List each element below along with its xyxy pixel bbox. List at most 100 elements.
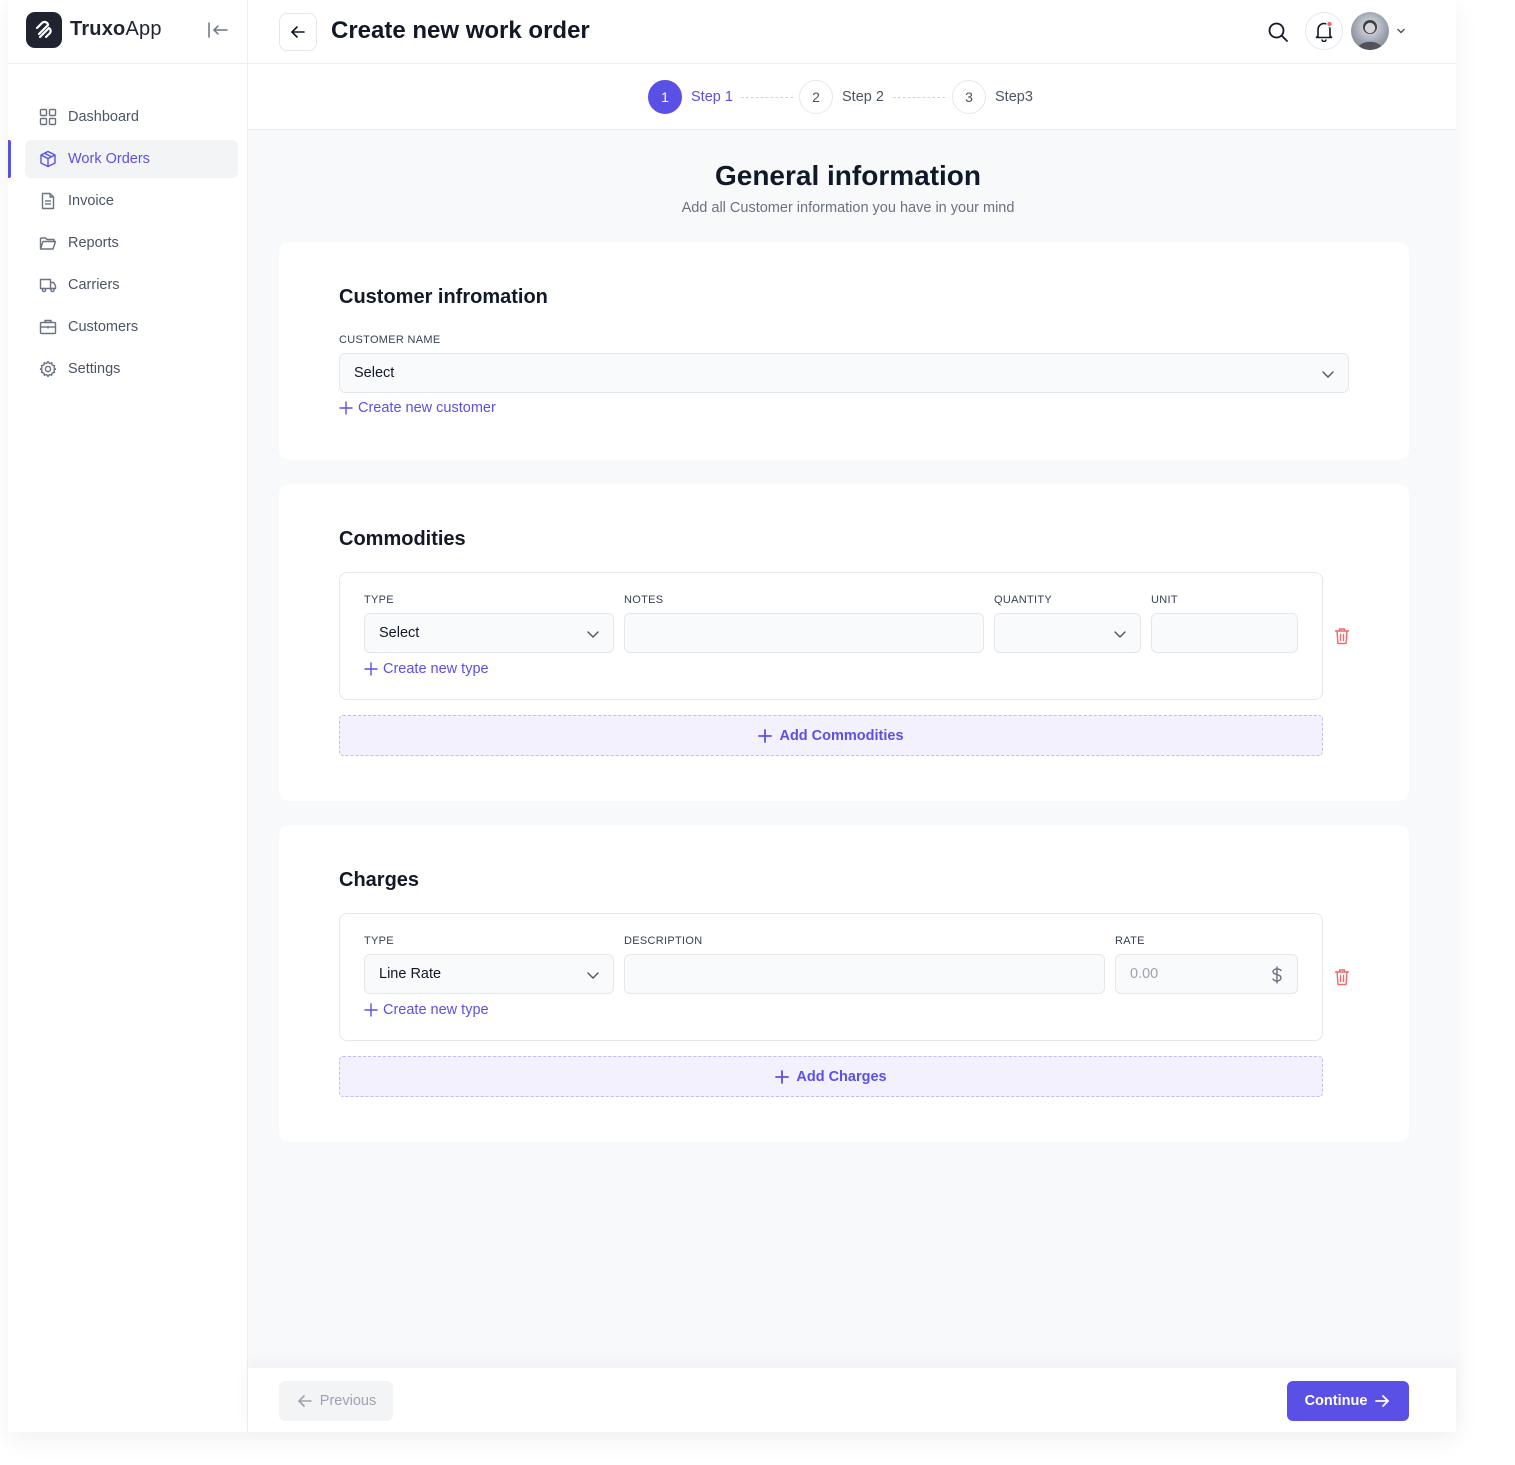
commodity-unit-input[interactable]: [1151, 613, 1298, 653]
plus-icon: [339, 401, 353, 415]
charge-description-label: DESCRIPTION: [624, 935, 703, 947]
charge-rate-placeholder: 0.00: [1130, 966, 1159, 982]
commodity-type-select[interactable]: Select: [364, 613, 614, 653]
plus-icon: [364, 662, 378, 676]
customer-name-select[interactable]: Select: [339, 353, 1349, 393]
previous-button[interactable]: Previous: [279, 1381, 393, 1421]
plus-icon: [775, 1069, 790, 1084]
sidebar-item-label: Invoice: [68, 193, 114, 209]
commodity-notes-input[interactable]: [624, 613, 984, 653]
arrow-left-icon: [297, 1395, 312, 1407]
add-commodities-button[interactable]: Add Commodities: [339, 715, 1323, 756]
create-charge-type-label: Create new type: [383, 1002, 489, 1018]
sidebar-item-dashboard[interactable]: Dashboard: [25, 98, 238, 136]
sidebar-item-label: Reports: [68, 235, 119, 251]
sidebar-item-carriers[interactable]: Carriers: [25, 266, 238, 304]
dollar-icon: [1272, 966, 1282, 984]
back-button[interactable]: [279, 13, 317, 51]
commodity-row: TYPE Select NOTES QUANTITY UNIT Create n…: [339, 572, 1323, 700]
add-commodities-label: Add Commodities: [779, 727, 904, 744]
step-label: Step 1: [691, 89, 733, 105]
chevron-down-icon: [1322, 371, 1334, 378]
briefcase-icon: [39, 318, 57, 336]
delete-charge-trash-icon[interactable]: [1334, 968, 1350, 986]
create-customer-link[interactable]: Create new customer: [339, 400, 496, 416]
add-charges-label: Add Charges: [796, 1068, 887, 1085]
step-label: Step3: [995, 89, 1033, 105]
chevron-down-icon[interactable]: [1394, 24, 1408, 38]
sidebar-item-label: Customers: [68, 319, 139, 335]
charge-rate-input[interactable]: 0.00: [1115, 954, 1298, 994]
document-icon: [39, 192, 57, 210]
arrow-right-icon: [1375, 1395, 1390, 1407]
arrow-left-icon: [291, 26, 305, 38]
commodities-card: Commodities TYPE Select NOTES QUANTITY U…: [279, 484, 1409, 801]
step-3[interactable]: 3 Step3: [952, 80, 1033, 114]
charge-rate-label: RATE: [1115, 935, 1145, 947]
create-customer-label: Create new customer: [358, 400, 496, 416]
step-1[interactable]: 1 Step 1: [648, 80, 733, 114]
charge-type-label: TYPE: [364, 935, 394, 947]
brand-name: TruxoApp: [70, 18, 162, 41]
form-content: General information Add all Customer inf…: [248, 130, 1456, 1368]
create-charge-type-link[interactable]: Create new type: [364, 1002, 489, 1018]
charges-card-title: Charges: [339, 869, 420, 891]
commodity-notes-label: NOTES: [624, 594, 664, 606]
step-connector: [741, 97, 793, 98]
charge-type-select[interactable]: Line Rate: [364, 954, 614, 994]
commodity-unit-label: UNIT: [1151, 594, 1178, 606]
step-number: 1: [648, 80, 682, 114]
topbar: Create new work order: [248, 0, 1456, 64]
avatar[interactable]: [1351, 12, 1389, 50]
step-number: 3: [952, 80, 986, 114]
sidebar-item-label: Work Orders: [68, 151, 150, 167]
sidebar-item-label: Settings: [68, 361, 121, 377]
commodity-quantity-select[interactable]: [994, 613, 1141, 653]
step-number: 2: [799, 80, 833, 114]
sidebar-item-settings[interactable]: Settings: [25, 350, 238, 388]
search-icon[interactable]: [1266, 20, 1290, 44]
continue-button[interactable]: Continue: [1287, 1381, 1409, 1421]
commodities-card-title: Commodities: [339, 528, 466, 550]
app-window: TruxoApp Dashboard Work Orders Invoice R…: [8, 0, 1456, 1432]
sidebar-item-invoice[interactable]: Invoice: [25, 182, 238, 220]
folder-icon: [39, 234, 57, 252]
form-footer: Previous Continue: [248, 1368, 1456, 1432]
gear-icon: [39, 360, 57, 378]
sidebar-nav: Dashboard Work Orders Invoice Reports Ca…: [8, 94, 248, 392]
commodity-quantity-label: QUANTITY: [994, 594, 1053, 606]
step-connector: [893, 97, 945, 98]
sidebar: TruxoApp Dashboard Work Orders Invoice R…: [8, 0, 248, 1432]
sidebar-item-work-orders[interactable]: Work Orders: [8, 140, 238, 178]
notifications-button[interactable]: [1305, 12, 1343, 50]
box-icon: [39, 150, 57, 168]
customer-card-title: Customer infromation: [339, 286, 548, 308]
step-label: Step 2: [842, 89, 884, 105]
truck-icon: [39, 276, 57, 294]
add-charges-button[interactable]: Add Charges: [339, 1056, 1323, 1097]
step-2[interactable]: 2 Step 2: [799, 80, 884, 114]
section-subheading: Add all Customer information you have in…: [681, 200, 1015, 216]
customer-name-label: CUSTOMER NAME: [339, 334, 441, 346]
charge-type-value: Line Rate: [379, 966, 442, 982]
sidebar-item-reports[interactable]: Reports: [25, 224, 238, 262]
collapse-sidebar-icon[interactable]: [206, 18, 230, 42]
charge-row: TYPE Line Rate DESCRIPTION RATE 0.00 Cre…: [339, 913, 1323, 1041]
charge-description-input[interactable]: [624, 954, 1105, 994]
charges-card: Charges TYPE Line Rate DESCRIPTION RATE …: [279, 825, 1409, 1142]
sidebar-item-customers[interactable]: Customers: [25, 308, 238, 346]
create-commodity-type-link[interactable]: Create new type: [364, 661, 489, 677]
commodity-type-label: TYPE: [364, 594, 394, 606]
sidebar-item-label: Carriers: [68, 277, 120, 293]
main-area: Create new work order 1 Step 1 2 Step 2 …: [248, 0, 1456, 1432]
section-heading: General information: [714, 160, 982, 191]
previous-label: Previous: [319, 1393, 377, 1409]
brand-name-light: App: [125, 18, 162, 40]
chevron-down-icon: [1114, 631, 1126, 638]
page-title: Create new work order: [331, 17, 590, 44]
create-commodity-type-label: Create new type: [383, 661, 489, 677]
chevron-down-icon: [587, 631, 599, 638]
delete-commodity-trash-icon[interactable]: [1334, 627, 1350, 645]
sidebar-item-label: Dashboard: [68, 109, 139, 125]
chevron-down-icon: [587, 972, 599, 979]
